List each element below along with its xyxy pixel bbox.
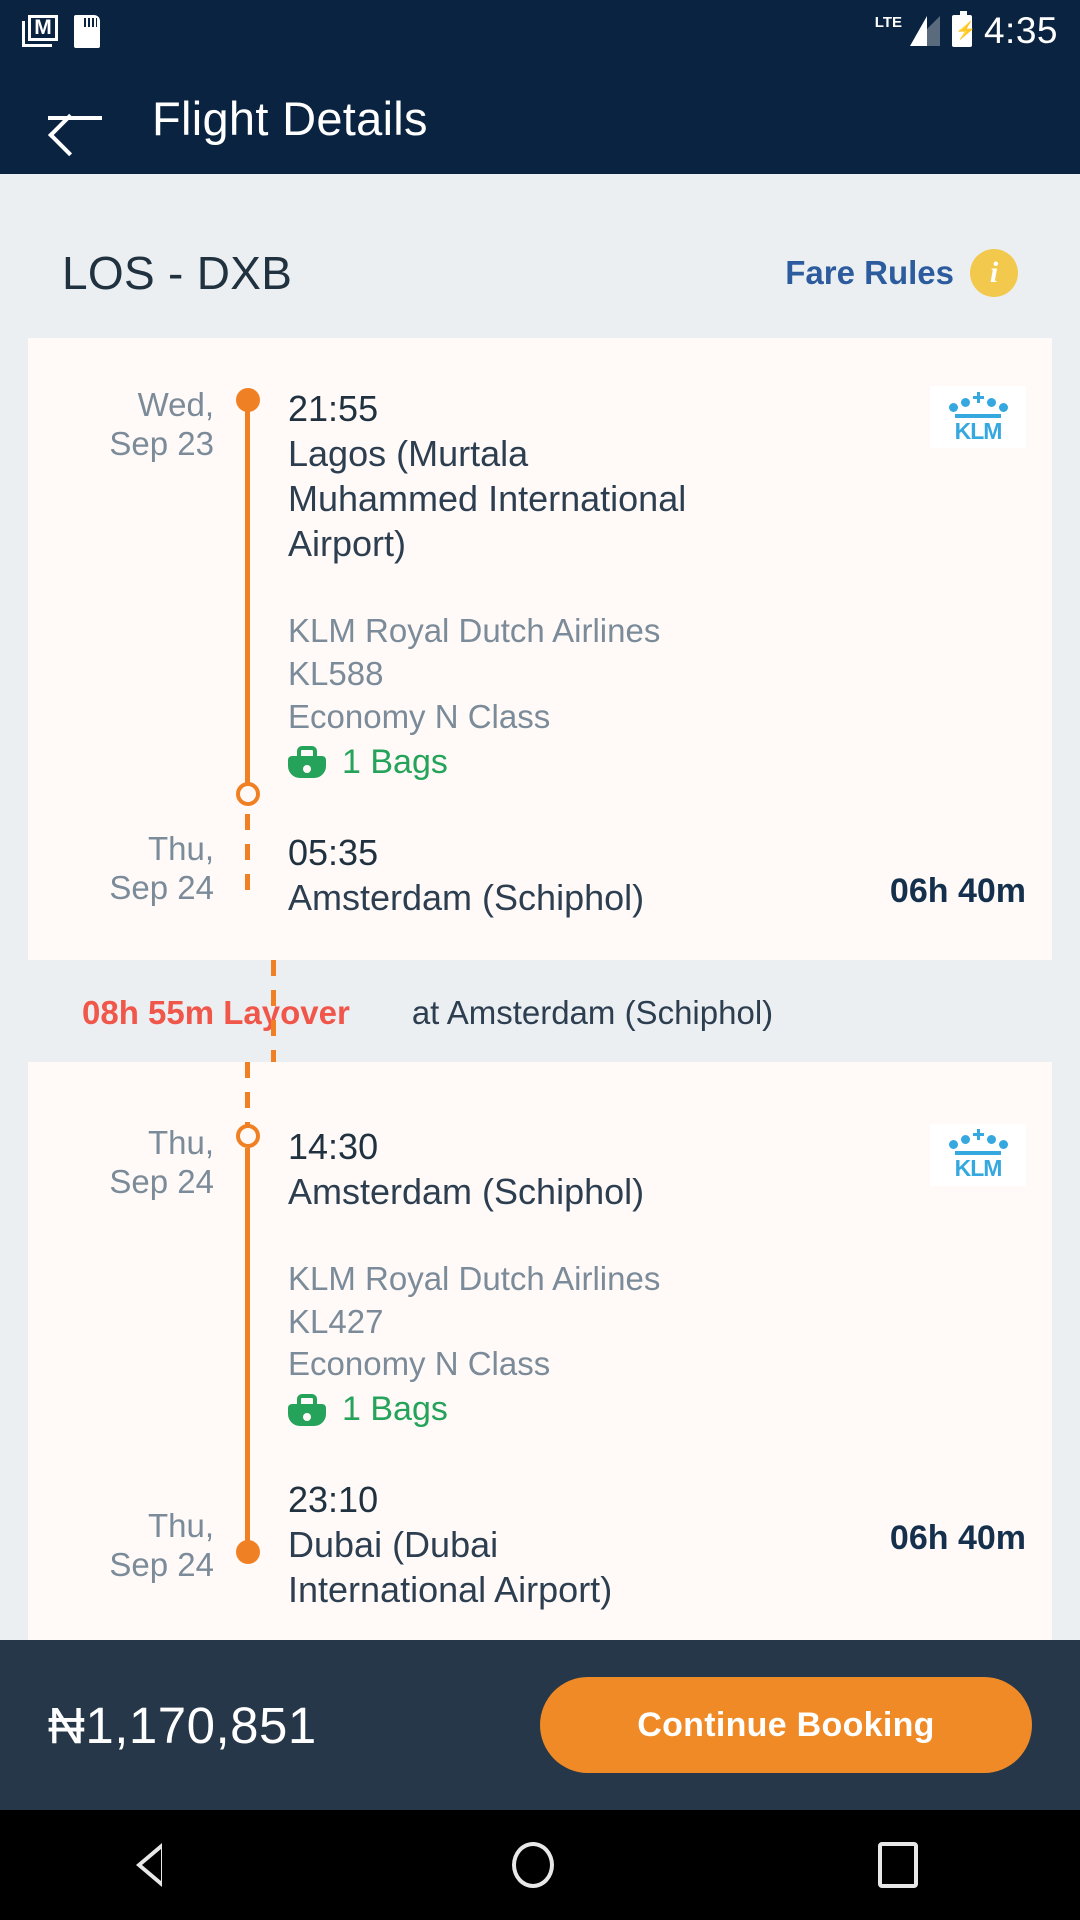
airline-logo-slot: KLM	[842, 1123, 1052, 1214]
arrival-place: Amsterdam (Schiphol)	[288, 876, 645, 918]
segment-departure-row: Wed, Sep 23 21:55 Lagos (Murtala Muhamme…	[28, 386, 1052, 566]
continue-booking-button[interactable]: Continue Booking	[540, 1677, 1032, 1773]
status-bar-left-icons: M	[22, 14, 100, 48]
baggage-row: 1 Bags	[288, 743, 842, 782]
page-title: Flight Details	[152, 91, 428, 145]
klm-crown-icon	[948, 1129, 1008, 1150]
segment-duration: 06h 40m	[889, 871, 1026, 910]
airline-details: KLM Royal Dutch Airlines KL427 Economy N…	[266, 1258, 842, 1430]
segment-arrival-row: Thu, Sep 24 05:35 Amsterdam (Schiphol) 0…	[28, 830, 1052, 920]
gmail-icon: M	[22, 15, 58, 47]
timeline-column-arrival	[230, 1477, 266, 1612]
arrival-date-value: Sep 24	[109, 868, 214, 906]
timeline-column-arrival	[230, 830, 266, 920]
arrival-date-value: Sep 24	[109, 1546, 214, 1584]
total-price: ₦1,170,851	[48, 1696, 317, 1754]
segment-airline-row: KLM Royal Dutch Airlines KL588 Economy N…	[28, 610, 1052, 782]
departure-time: 21:55	[288, 388, 379, 429]
baggage-label: 1 Bags	[342, 742, 448, 781]
departure-details: 14:30 Amsterdam (Schiphol)	[266, 1124, 842, 1214]
flight-segment-card[interactable]: Thu, Sep 24 14:30 Amsterdam (Schiphol) K…	[28, 1061, 1052, 1653]
baggage-icon	[288, 746, 326, 779]
app-bar: Flight Details	[0, 62, 1080, 174]
route-title: LOS - DXB	[62, 247, 293, 299]
signal-icon	[909, 16, 940, 46]
departure-place: Lagos (Murtala Muhammed International Ai…	[288, 433, 687, 564]
klm-logo: KLM	[930, 1123, 1026, 1186]
arrival-time: 05:35	[288, 831, 379, 873]
klm-crown-icon	[948, 391, 1008, 412]
arrival-details: 23:10 Dubai (Dubai International Airport…	[266, 1477, 842, 1612]
baggage-label: 1 Bags	[342, 1390, 448, 1429]
departure-date: Thu, Sep 24	[28, 1124, 230, 1214]
nav-recent-icon[interactable]	[878, 1842, 918, 1888]
fare-rules-button[interactable]: Fare Rules i	[785, 249, 1018, 297]
airline-row-right-spacer	[842, 1258, 1052, 1430]
departure-details: 21:55 Lagos (Murtala Muhammed Internatio…	[266, 386, 842, 566]
cabin-class: Economy N Class	[288, 1345, 551, 1383]
segment-departure-row: Thu, Sep 24 14:30 Amsterdam (Schiphol) K…	[28, 1123, 1052, 1214]
status-bar-clock: 4:35	[983, 10, 1058, 51]
segment-arrival-row: Thu, Sep 24 23:10 Dubai (Dubai Internati…	[28, 1477, 1052, 1612]
arrival-details: 05:35 Amsterdam (Schiphol)	[266, 830, 842, 920]
cabin-class: Economy N Class	[288, 697, 551, 735]
timeline-column	[230, 1124, 266, 1214]
departure-date: Wed, Sep 23	[28, 386, 230, 566]
baggage-row: 1 Bags	[288, 1390, 842, 1429]
timeline-column-spacer	[230, 1258, 266, 1430]
arrival-day: Thu,	[147, 1507, 214, 1545]
airline-name: KLM Royal Dutch Airlines	[288, 612, 661, 649]
segment-duration-slot: 06h 40m	[842, 1477, 1052, 1612]
timeline-dot-arrival	[236, 782, 260, 806]
phone-screen: M LTE ⚡ 4:35 Flight Details LOS - DXB Fa…	[0, 0, 1080, 1920]
arrival-time: 23:10	[288, 1479, 379, 1521]
android-nav-bar	[0, 1810, 1080, 1920]
airline-details: KLM Royal Dutch Airlines KL588 Economy N…	[266, 610, 842, 782]
departure-day: Wed,	[137, 386, 214, 423]
timeline-line-dashed	[245, 1061, 250, 1128]
airline-row-right-spacer	[842, 610, 1052, 782]
status-bar: M LTE ⚡ 4:35	[0, 0, 1080, 62]
departure-day: Thu,	[147, 1123, 214, 1161]
nav-home-icon[interactable]	[512, 1842, 554, 1888]
arrival-day: Thu,	[147, 829, 214, 867]
baggage-icon	[288, 1393, 326, 1426]
layover-row: 08h 55m Layover at Amsterdam (Schiphol)	[0, 959, 1080, 1062]
timeline-column	[230, 386, 266, 566]
flight-number: KL588	[288, 654, 384, 692]
bottom-action-bar: ₦1,170,851 Continue Booking	[0, 1640, 1080, 1810]
arrival-date: Thu, Sep 24	[28, 830, 230, 920]
back-arrow-icon[interactable]	[46, 95, 106, 141]
flight-segment-card[interactable]: Wed, Sep 23 21:55 Lagos (Murtala Muhamme…	[28, 338, 1052, 960]
segment-duration-slot: 06h 40m	[842, 830, 1052, 920]
arrival-place: Dubai (Dubai International Airport)	[288, 1524, 613, 1611]
segment-airline-row: KLM Royal Dutch Airlines KL427 Economy N…	[28, 1258, 1052, 1430]
departure-place: Amsterdam (Schiphol)	[288, 1170, 645, 1212]
battery-icon: ⚡	[951, 11, 976, 47]
klm-wordmark: KLM	[954, 417, 1003, 444]
departure-date-value: Sep 23	[109, 424, 214, 462]
airline-logo-slot: KLM	[842, 386, 1052, 566]
departure-date-value: Sep 24	[109, 1162, 214, 1200]
status-bar-right-icons: LTE ⚡ 4:35	[875, 10, 1058, 52]
airline-row-spacer	[28, 1258, 230, 1430]
arrival-date: Thu, Sep 24	[28, 1477, 230, 1612]
segment-duration: 06h 40m	[889, 1519, 1026, 1558]
flight-number: KL427	[288, 1302, 384, 1340]
klm-wordmark: KLM	[954, 1155, 1003, 1182]
timeline-column-spacer	[230, 610, 266, 782]
sd-card-icon	[74, 14, 100, 48]
layover-location: at Amsterdam (Schiphol)	[411, 993, 774, 1031]
departure-time: 14:30	[288, 1125, 379, 1167]
klm-logo: KLM	[930, 386, 1026, 448]
fare-rules-label: Fare Rules	[785, 254, 954, 291]
layover-duration: 08h 55m Layover	[82, 993, 350, 1031]
info-icon[interactable]: i	[970, 249, 1018, 297]
route-header: LOS - DXB Fare Rules i	[0, 174, 1080, 300]
airline-row-spacer	[28, 610, 230, 782]
layover-timeline-dash	[271, 959, 276, 1062]
nav-back-icon[interactable]	[136, 1843, 188, 1887]
lte-label: LTE	[874, 13, 902, 31]
airline-name: KLM Royal Dutch Airlines	[288, 1259, 661, 1297]
